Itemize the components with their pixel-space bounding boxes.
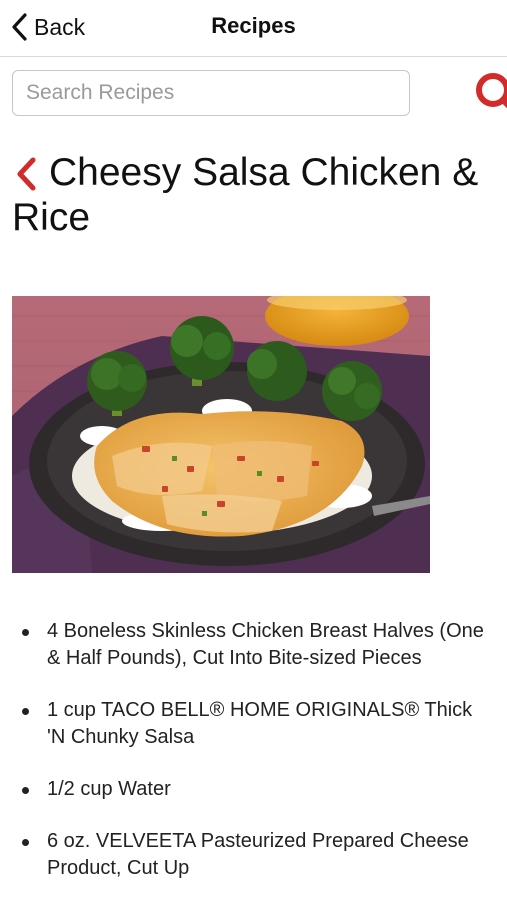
navigation-bar: Back Recipes bbox=[0, 0, 507, 57]
chevron-left-icon bbox=[12, 13, 27, 41]
ingredient-text: 1/2 cup Water bbox=[47, 778, 171, 800]
ingredient-item: 4 Boneless Skinless Chicken Breast Halve… bbox=[22, 618, 492, 672]
search-input[interactable] bbox=[12, 70, 410, 116]
ingredient-list: 4 Boneless Skinless Chicken Breast Halve… bbox=[22, 618, 492, 907]
ingredient-item: 6 oz. VELVEETA Pasteurized Prepared Chee… bbox=[22, 828, 492, 882]
chevron-left-icon[interactable] bbox=[14, 157, 38, 191]
back-label: Back bbox=[34, 13, 86, 40]
bullet-icon bbox=[22, 629, 29, 636]
recipe-header: Cheesy Salsa Chicken & Rice bbox=[12, 150, 482, 240]
ingredient-text: 4 Boneless Skinless Chicken Breast Halve… bbox=[47, 620, 484, 669]
search-button[interactable] bbox=[470, 70, 507, 116]
ingredient-text: 6 oz. VELVEETA Pasteurized Prepared Chee… bbox=[47, 830, 469, 879]
bullet-icon bbox=[22, 839, 29, 846]
recipe-photo bbox=[12, 296, 430, 573]
bullet-icon bbox=[22, 787, 29, 794]
back-button[interactable]: Back bbox=[10, 10, 85, 44]
search-icon bbox=[476, 73, 507, 109]
bullet-icon bbox=[22, 708, 29, 715]
ingredient-item: 1/2 cup Water bbox=[22, 776, 492, 803]
recipe-title: Cheesy Salsa Chicken & Rice bbox=[12, 151, 479, 239]
ingredient-item: 1 cup TACO BELL® HOME ORIGINALS® Thick '… bbox=[22, 697, 492, 751]
ingredient-text: 1 cup TACO BELL® HOME ORIGINALS® Thick '… bbox=[47, 699, 473, 748]
